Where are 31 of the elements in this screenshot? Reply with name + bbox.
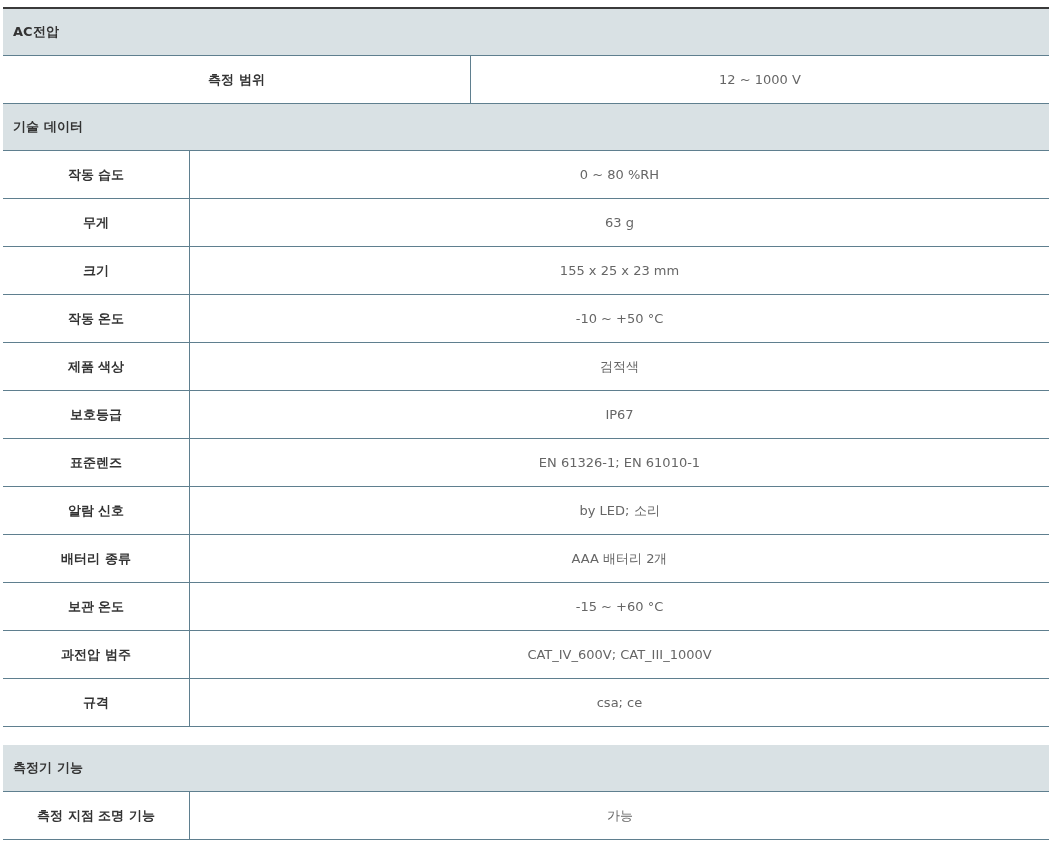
spec-value: 검적색: [599, 357, 640, 376]
spec-value: 12 ~ 1000 V: [718, 71, 802, 89]
spec-value: 155 x 25 x 23 mm: [558, 262, 681, 280]
spec-value: by LED; 소리: [578, 501, 661, 520]
spec-value: EN 61326-1; EN 61010-1: [537, 454, 702, 472]
spec-label: 보관 온도: [3, 583, 190, 630]
spec-value: 0 ~ 80 %RH: [578, 166, 661, 184]
spec-label: 제품 색상: [3, 343, 190, 390]
spec-value: 가능: [605, 806, 634, 825]
section-header: 기술 데이터: [3, 104, 1049, 151]
spec-value: 63 g: [604, 214, 635, 232]
spec-label: 측정 범위: [3, 56, 471, 103]
spec-label: 보호등급: [3, 391, 190, 438]
spec-label: 알람 신호: [3, 487, 190, 534]
spec-label: 배터리 종류: [3, 535, 190, 582]
section-header: 측정기 기능: [3, 745, 1049, 792]
spec-value: csa; ce: [595, 694, 644, 712]
spec-label: 규격: [3, 679, 190, 726]
spec-label: 측정 지점 조명 기능: [3, 792, 190, 839]
spec-value: -15 ~ +60 °C: [574, 598, 665, 616]
spec-label: 무게: [3, 199, 190, 246]
spec-label: 작동 습도: [3, 151, 190, 198]
spec-value: CAT_IV_600V; CAT_III_1000V: [526, 646, 713, 664]
spec-value: AAA 배터리 2개: [570, 549, 669, 568]
spec-value: IP67: [604, 406, 635, 424]
section-header: AC전압: [3, 9, 1049, 56]
spec-value: -10 ~ +50 °C: [574, 310, 665, 328]
spec-label: 크기: [3, 247, 190, 294]
spec-label: 표준렌즈: [3, 439, 190, 486]
spec-label: 작동 온도: [3, 295, 190, 342]
spec-label: 과전압 범주: [3, 631, 190, 678]
